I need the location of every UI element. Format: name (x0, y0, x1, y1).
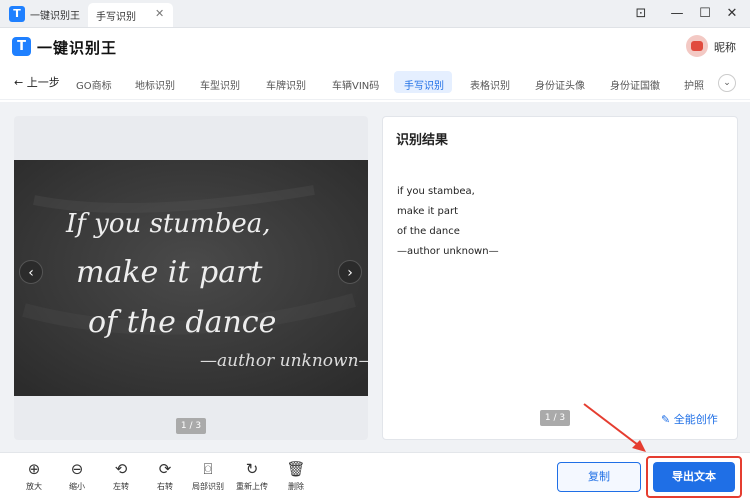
partial-recognize-label: 局部识别 (192, 482, 224, 491)
feature-nav: ← 上一步 GO商标 地标识别 车型识别 车牌识别 车辆VIN码 手写识别 表格… (0, 68, 750, 100)
rotate-left-label: 左转 (113, 482, 129, 491)
delete-label: 删除 (288, 482, 304, 491)
reupload-button[interactable]: ↻ 重新上传 (232, 459, 272, 492)
partial-recognize-icon: ⌼ (203, 460, 213, 478)
result-panel: 识别结果 if you stambea, make it part of the… (382, 116, 738, 440)
chalkboard-graphic: If you stumbea, make it part of the danc… (14, 160, 368, 396)
window-titlebar: T 一键识别王 手写识别 ✕ ⊡ — ☐ ✕ (0, 0, 750, 28)
app-name: 一键识别王 (30, 11, 80, 22)
rotate-left-button[interactable]: ⟲ 左转 (101, 459, 141, 492)
chalk-line-4: —author unknown— (200, 351, 368, 371)
pen-icon: ✎ (661, 413, 671, 426)
nav-item-vin[interactable]: 车辆VIN码 (332, 77, 379, 92)
nav-item-id-back[interactable]: 身份证国徽 (610, 77, 660, 92)
chalk-line-3: of the dance (88, 305, 276, 340)
rotate-right-label: 右转 (157, 482, 173, 491)
delete-icon: 🗑 (286, 460, 306, 478)
tab-label: 手写识别 (96, 12, 136, 23)
tab-handwriting[interactable]: 手写识别 ✕ (88, 3, 173, 27)
nav-item-id-front[interactable]: 身份证头像 (535, 77, 585, 92)
avatar[interactable] (686, 35, 708, 57)
nav-item-handwriting[interactable]: 手写识别 (404, 77, 444, 92)
delete-button[interactable]: 🗑 删除 (276, 459, 316, 492)
app-header: T 一键识别王 昵称 (0, 28, 750, 64)
create-link-label: 全能创作 (673, 413, 718, 426)
result-line[interactable]: make it part (397, 206, 458, 217)
nav-item-car-model[interactable]: 车型识别 (200, 77, 240, 92)
chalkboard-image: If you stumbea, make it part of the danc… (14, 160, 368, 396)
chalk-line-1: If you stumbea, (65, 209, 271, 239)
export-text-button[interactable]: 导出文本 (653, 462, 735, 492)
app-logo-icon: T (9, 6, 25, 22)
export-highlight-box: 导出文本 (646, 456, 742, 498)
main-area: If you stumbea, make it part of the danc… (0, 102, 750, 452)
username[interactable]: 昵称 (714, 39, 736, 55)
rotate-right-icon: ⟳ (158, 460, 172, 478)
copy-button[interactable]: 复制 (557, 462, 641, 492)
zoom-out-label: 缩小 (69, 482, 85, 491)
partial-recognize-button[interactable]: ⌼ 局部识别 (188, 459, 228, 492)
rotate-right-button[interactable]: ⟳ 右转 (145, 459, 185, 492)
brand-logo-icon: T (12, 37, 31, 56)
reupload-label: 重新上传 (236, 482, 268, 491)
avatar-badge-icon (691, 41, 703, 51)
minimize-button[interactable]: — (667, 5, 687, 23)
bottom-toolbar: ⊕ 放大 ⊖ 缩小 ⟲ 左转 ⟳ 右转 ⌼ 局部识别 ↻ 重新上传 🗑 删除 复… (0, 452, 750, 500)
close-button[interactable]: ✕ (722, 5, 742, 23)
tab-close-icon[interactable]: ✕ (155, 7, 164, 20)
image-pager: 1 / 3 (176, 418, 206, 434)
brand-name: 一键识别王 (37, 39, 118, 57)
nav-item-logo[interactable]: GO商标 (76, 77, 112, 92)
zoom-in-label: 放大 (26, 482, 42, 491)
zoom-in-icon: ⊕ (27, 460, 41, 478)
nav-item-landmark[interactable]: 地标识别 (135, 77, 175, 92)
reupload-icon: ↻ (245, 460, 259, 478)
prev-image-button[interactable]: ‹ (19, 260, 43, 284)
nav-item-table[interactable]: 表格识别 (470, 77, 510, 92)
maximize-button[interactable]: ☐ (695, 5, 715, 23)
create-link[interactable]: ✎ 全能创作 (661, 411, 718, 427)
chalk-line-2: make it part (76, 255, 263, 290)
back-button[interactable]: ← 上一步 (14, 74, 60, 90)
result-line[interactable]: —author unknown— (397, 246, 499, 257)
result-line[interactable]: of the dance (397, 226, 460, 237)
result-title: 识别结果 (396, 133, 449, 148)
rotate-left-icon: ⟲ (114, 460, 128, 478)
nav-item-license-plate[interactable]: 车牌识别 (266, 77, 306, 92)
pin-window-icon[interactable]: ⊡ (631, 5, 651, 23)
nav-item-passport[interactable]: 护照 (684, 77, 704, 92)
chevron-down-icon[interactable]: ⌄ (718, 74, 736, 92)
zoom-in-button[interactable]: ⊕ 放大 (14, 459, 54, 492)
next-image-button[interactable]: › (338, 260, 362, 284)
result-line[interactable]: if you stambea, (397, 186, 475, 197)
zoom-out-button[interactable]: ⊖ 缩小 (57, 459, 97, 492)
result-pager: 1 / 3 (540, 410, 570, 426)
zoom-out-icon: ⊖ (70, 460, 84, 478)
image-viewer: If you stumbea, make it part of the danc… (14, 116, 368, 440)
